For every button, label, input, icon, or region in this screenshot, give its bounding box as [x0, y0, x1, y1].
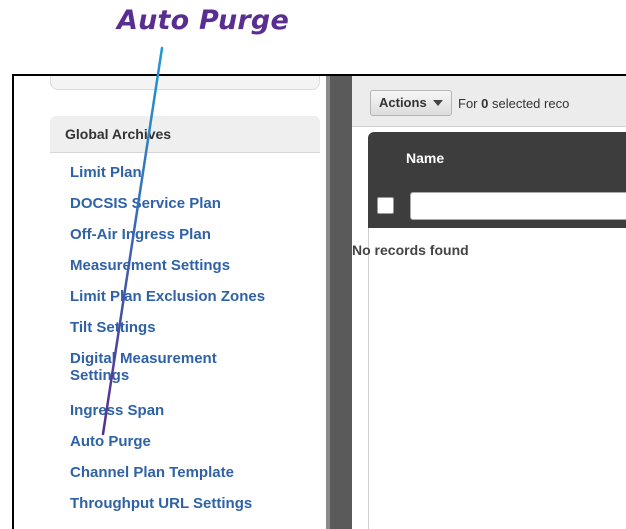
name-filter-input[interactable] — [410, 192, 626, 220]
empty-state-text: No records found — [352, 242, 469, 258]
selected-suffix: selected reco — [491, 96, 570, 111]
sidebar-previous-section — [50, 76, 320, 90]
sidebar-item-auto-purge[interactable]: Auto Purge — [70, 433, 265, 464]
grid-header: Name — [368, 132, 626, 228]
sidebar-link-list: Limit Plan DOCSIS Service Plan Off-Air I… — [70, 164, 265, 526]
app-window: Global Archives Limit Plan DOCSIS Servic… — [12, 74, 626, 529]
selected-prefix: For — [458, 96, 478, 111]
sidebar-item-off-air-ingress-plan[interactable]: Off-Air Ingress Plan — [70, 226, 265, 257]
sidebar: Global Archives Limit Plan DOCSIS Servic… — [14, 76, 326, 529]
actions-dropdown-button[interactable]: Actions — [370, 90, 452, 116]
panel-splitter[interactable] — [326, 76, 352, 529]
sidebar-item-limit-plan-exclusion-zones[interactable]: Limit Plan Exclusion Zones — [70, 288, 265, 319]
sidebar-item-throughput-url-settings[interactable]: Throughput URL Settings — [70, 495, 265, 526]
sidebar-item-channel-plan-template[interactable]: Channel Plan Template — [70, 464, 265, 495]
selected-count: 0 — [481, 96, 489, 111]
sidebar-item-ingress-span[interactable]: Ingress Span — [70, 402, 265, 433]
caret-down-icon — [432, 100, 443, 106]
section-title: Global Archives — [65, 126, 172, 142]
select-all-checkbox[interactable] — [377, 197, 394, 214]
callout-title: Auto Purge — [117, 5, 289, 36]
main-panel: Actions For 0 selected reco Name No reco… — [352, 76, 626, 529]
sidebar-item-docsis-service-plan[interactable]: DOCSIS Service Plan — [70, 195, 265, 226]
section-header-global-archives[interactable]: Global Archives — [50, 116, 320, 153]
actions-label: Actions — [379, 95, 427, 110]
column-header-name[interactable]: Name — [406, 150, 444, 166]
sidebar-item-digital-measurement-settings[interactable]: Digital Measurement Settings — [70, 350, 260, 402]
sidebar-item-tilt-settings[interactable]: Tilt Settings — [70, 319, 265, 350]
sidebar-item-measurement-settings[interactable]: Measurement Settings — [70, 257, 265, 288]
grid-left-border — [368, 228, 369, 529]
selected-records-text: For 0 selected reco — [458, 96, 569, 111]
grid-toolbar: Actions For 0 selected reco — [352, 76, 626, 127]
sidebar-item-limit-plan[interactable]: Limit Plan — [70, 164, 265, 195]
